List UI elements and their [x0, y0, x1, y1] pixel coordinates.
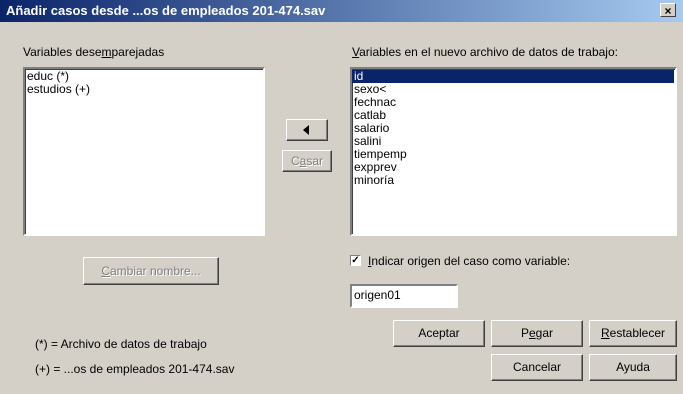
pair-button[interactable]: CaPsar — [282, 150, 332, 172]
legend-other-file: (+) = ...os de empleados 201-474.sav — [35, 362, 235, 376]
list-item[interactable]: catlab — [352, 109, 675, 122]
new-file-variables-list[interactable]: id sexo< fechnac catlab salario salini t… — [350, 67, 677, 236]
cancel-button[interactable]: Cancelar — [491, 354, 583, 381]
reset-button[interactable]: Restablecer — [589, 320, 677, 347]
close-button[interactable]: × — [660, 3, 676, 18]
unpaired-variables-label: Variables desemparejadas — [23, 45, 165, 59]
rename-button[interactable]: Cambiar nombre... — [83, 257, 219, 285]
indicate-origin-label[interactable]: Indicar origen del caso como variable: — [368, 254, 570, 268]
legend-working-file: (*) = Archivo de datos de trabajo — [35, 337, 207, 351]
help-button[interactable]: Ayuda — [589, 354, 677, 381]
close-icon: × — [664, 4, 672, 18]
list-item[interactable]: salario — [352, 122, 675, 135]
accept-button[interactable]: Aceptar — [393, 320, 485, 347]
window-title: Añadir casos desde ...os de empleados 20… — [6, 3, 326, 18]
check-icon: ✓ — [351, 255, 360, 266]
move-left-button[interactable] — [286, 119, 328, 141]
list-item[interactable]: fechnac — [352, 96, 675, 109]
list-item[interactable]: sexo< — [352, 83, 675, 96]
list-item-selected[interactable]: id — [352, 70, 674, 83]
paste-button[interactable]: Pegar — [491, 320, 583, 347]
arrow-left-icon — [303, 125, 309, 135]
new-file-variables-label: Variables en el nuevo archivo de datos d… — [352, 45, 618, 59]
indicate-origin-checkbox[interactable]: ✓ — [350, 255, 361, 266]
origin-variable-input[interactable]: origen01 — [350, 284, 458, 308]
list-item[interactable]: estudios (+) — [25, 83, 263, 96]
list-item[interactable]: minoría — [352, 174, 675, 187]
list-item[interactable]: expprev — [352, 161, 675, 174]
list-item[interactable]: tiempemp — [352, 148, 675, 161]
unpaired-variables-list[interactable]: educ (*) estudios (+) — [23, 67, 265, 236]
